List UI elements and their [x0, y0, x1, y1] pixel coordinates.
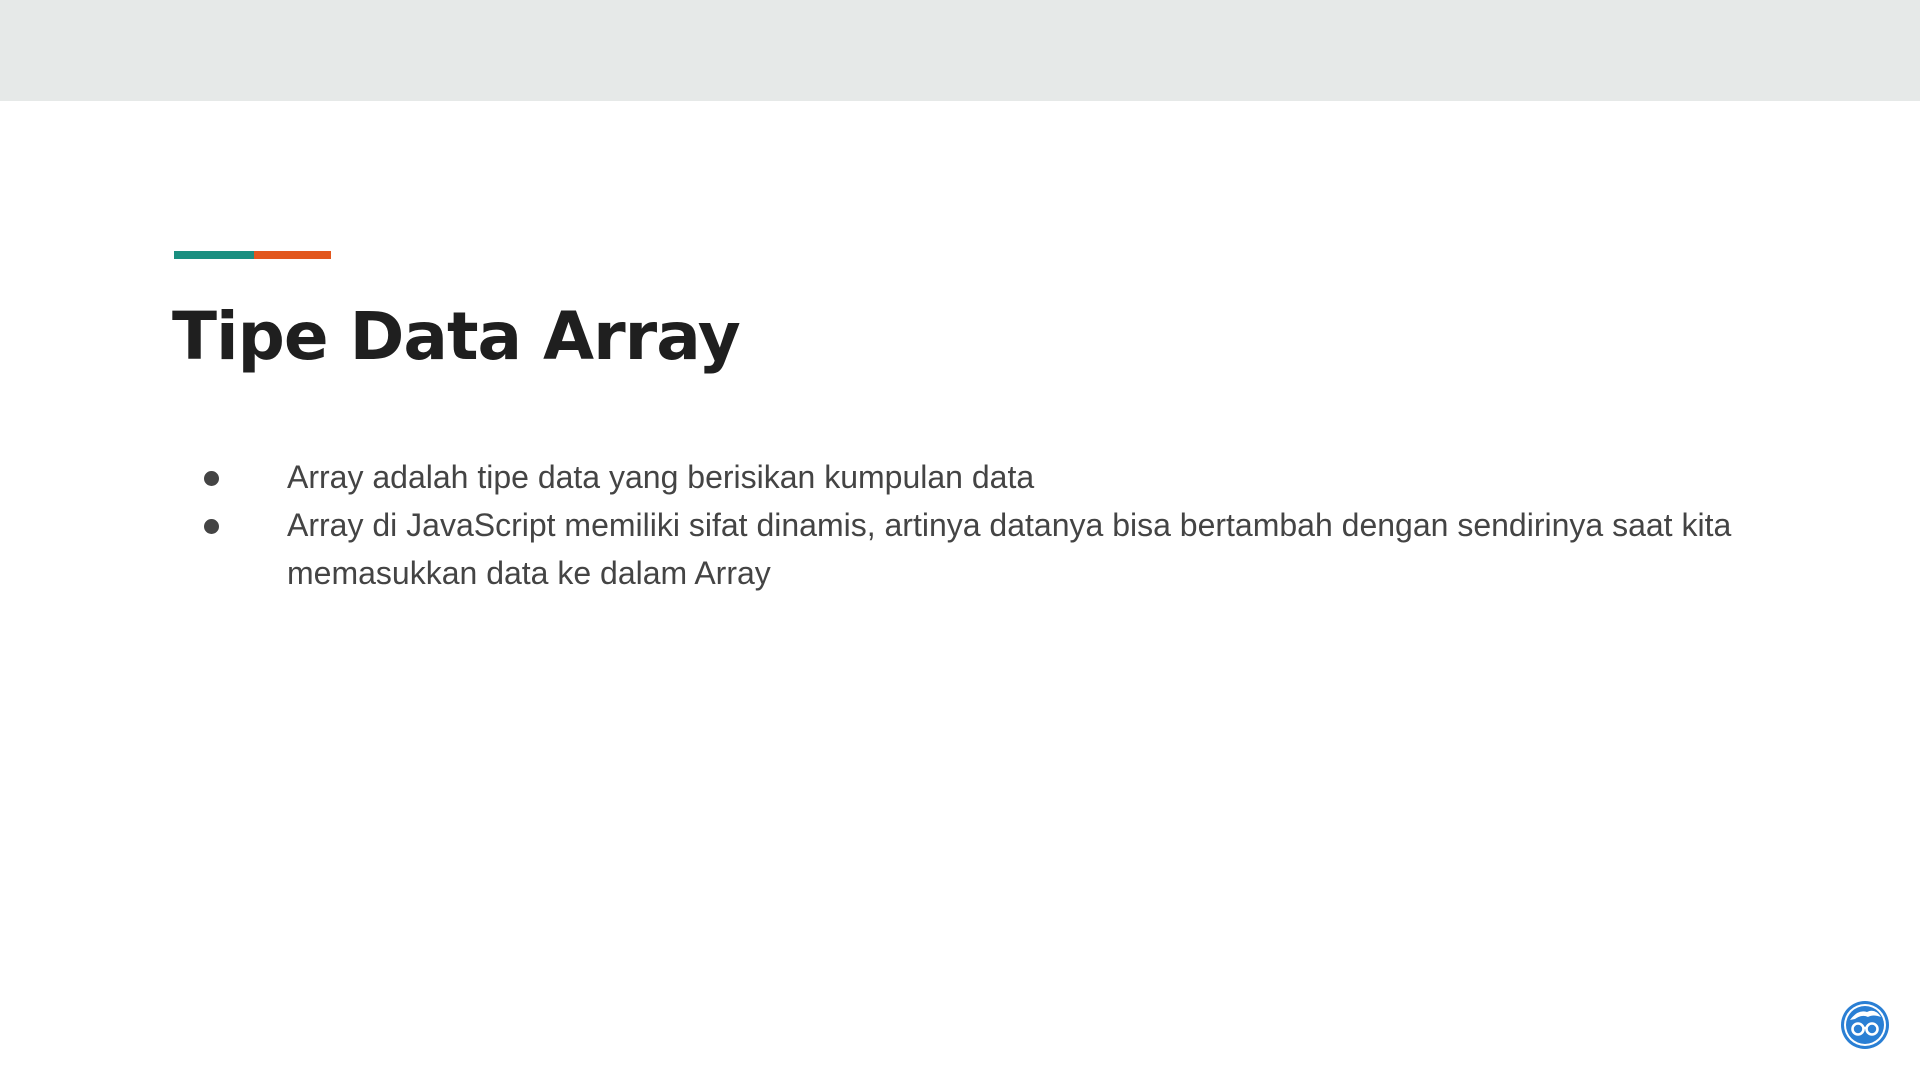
bullet-dot-icon [204, 471, 219, 486]
bullet-item: Array adalah tipe data yang berisikan ku… [196, 453, 1756, 501]
bullet-item: Array di JavaScript memiliki sifat dinam… [196, 501, 1756, 597]
bullet-dot-icon [204, 519, 219, 534]
accent-segment-teal [174, 251, 254, 259]
bullet-text: Array adalah tipe data yang berisikan ku… [287, 459, 1035, 495]
bullet-text: Array di JavaScript memiliki sifat dinam… [287, 507, 1732, 591]
glasses-avatar-icon [1841, 1001, 1889, 1049]
accent-segment-orange [254, 251, 331, 259]
slide-canvas: Tipe Data Array Array adalah tipe data y… [0, 0, 1920, 1080]
bullet-list: Array adalah tipe data yang berisikan ku… [196, 453, 1756, 597]
slide-title: Tipe Data Array [172, 298, 741, 375]
title-accent-bar [174, 251, 331, 259]
top-band [0, 0, 1920, 101]
